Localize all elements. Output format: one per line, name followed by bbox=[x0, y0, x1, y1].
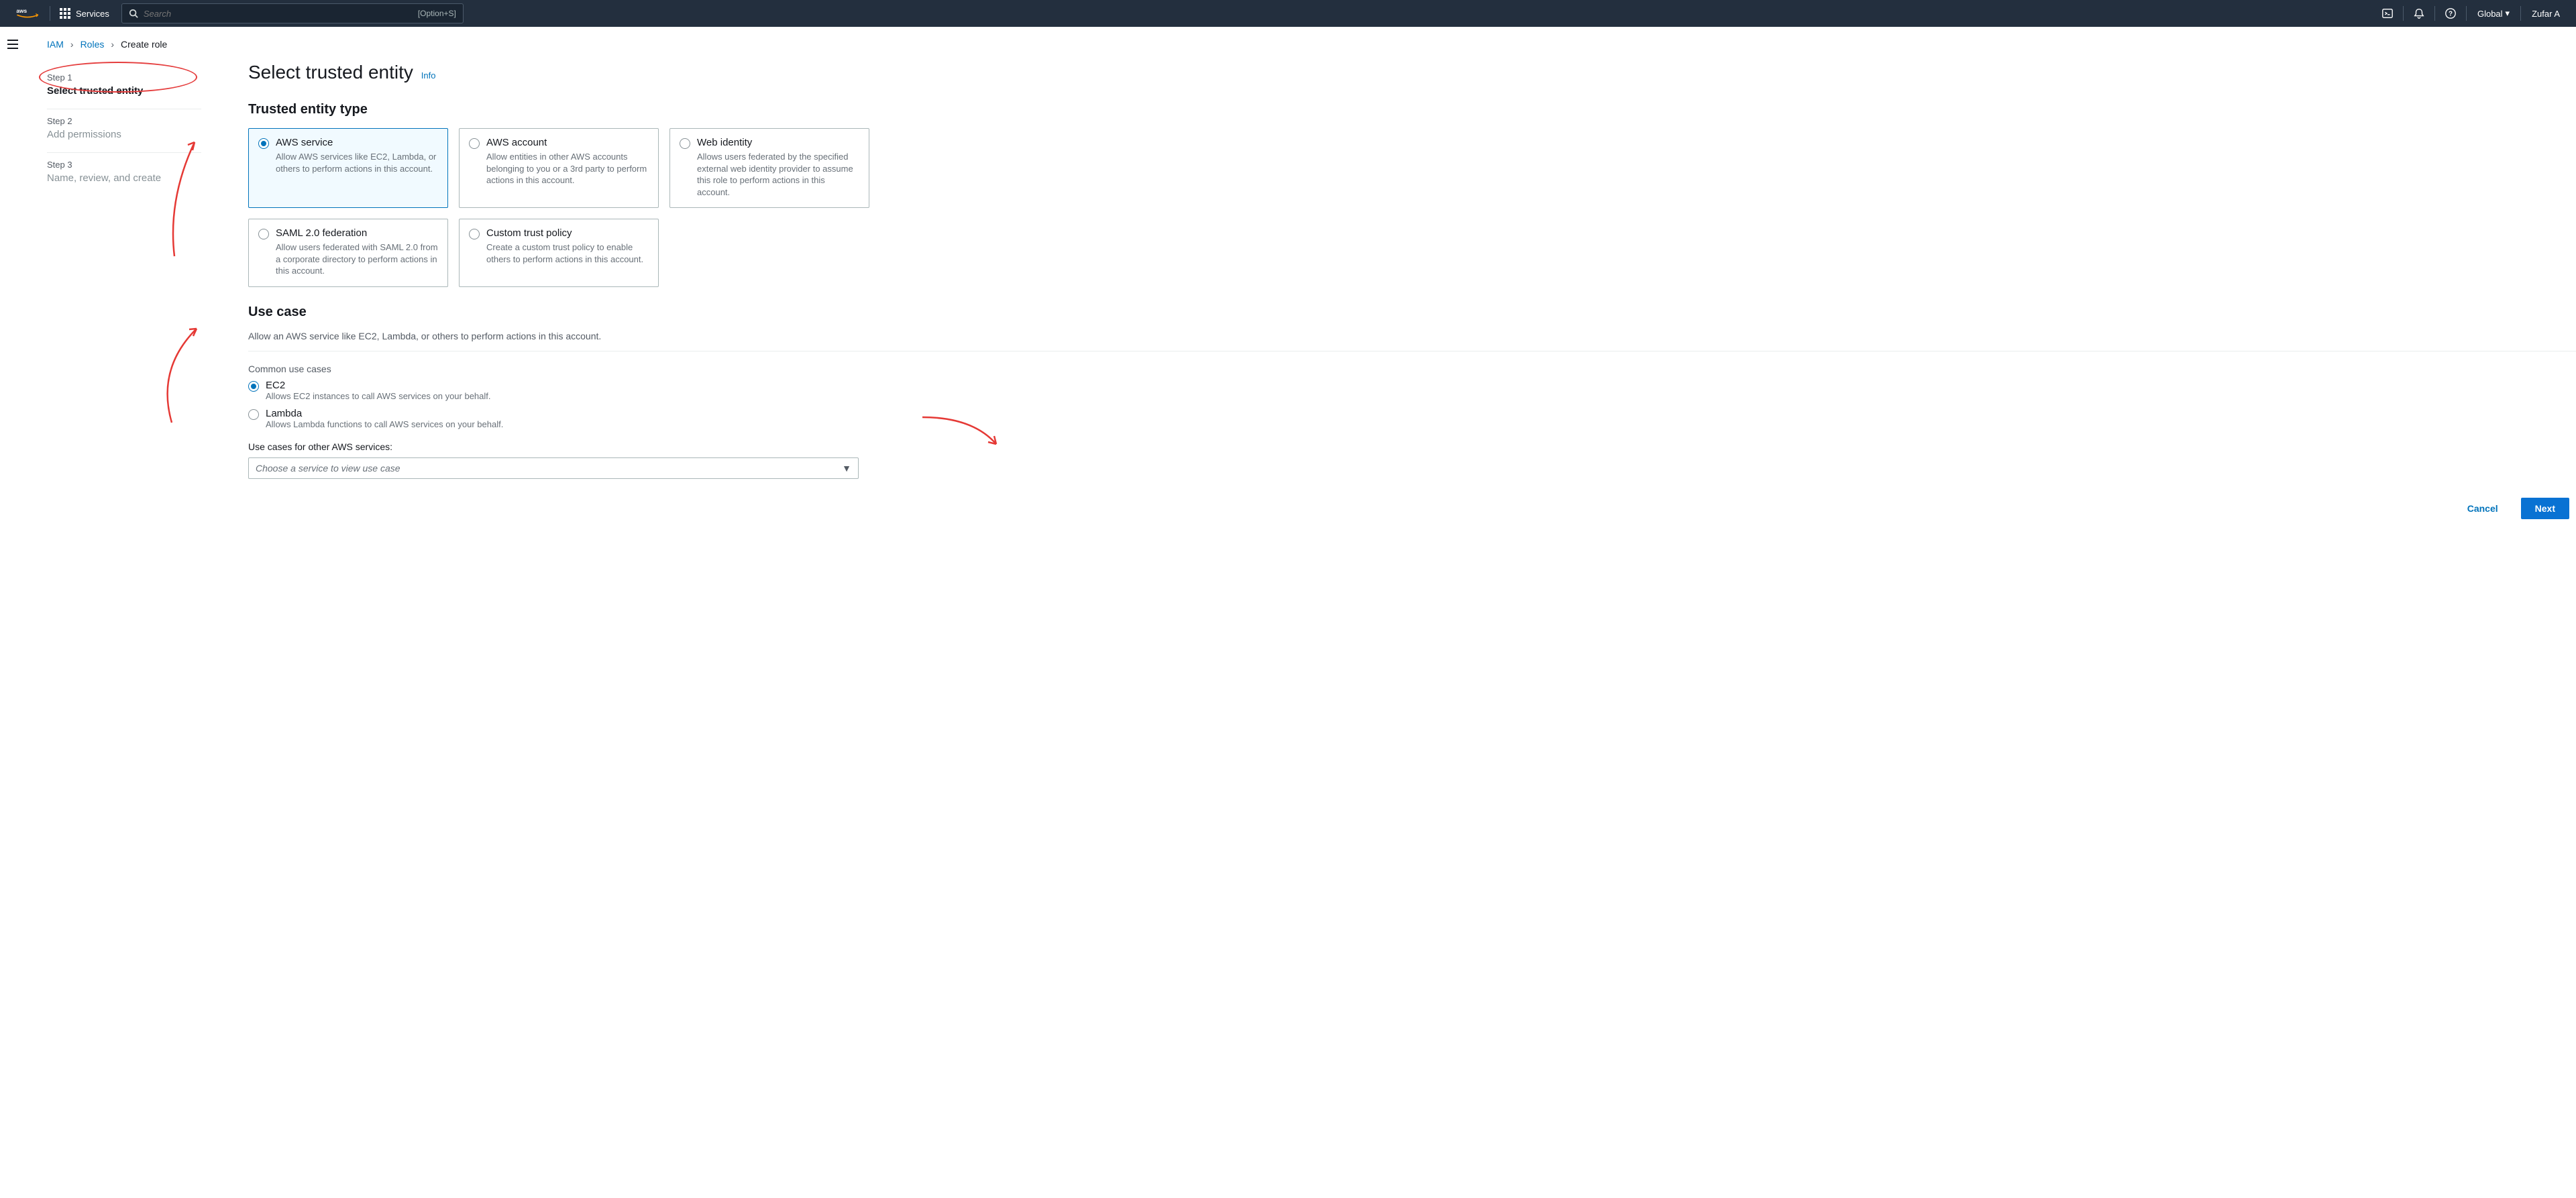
chevron-right-icon: › bbox=[70, 39, 74, 50]
nav-divider bbox=[2403, 6, 2404, 21]
chevron-right-icon: › bbox=[111, 39, 114, 50]
services-label: Services bbox=[76, 9, 109, 19]
step-2[interactable]: Step 2 Add permissions bbox=[47, 109, 201, 153]
chevron-down-icon: ▼ bbox=[842, 463, 851, 474]
step-3[interactable]: Step 3 Name, review, and create bbox=[47, 153, 201, 196]
entity-card-custom-trust[interactable]: Custom trust policy Create a custom trus… bbox=[459, 219, 659, 287]
entity-card-aws-service[interactable]: AWS service Allow AWS services like EC2,… bbox=[248, 128, 448, 208]
search-icon bbox=[129, 9, 138, 18]
search-shortcut: [Option+S] bbox=[418, 9, 456, 18]
entity-card-saml[interactable]: SAML 2.0 federation Allow users federate… bbox=[248, 219, 448, 287]
notifications-icon[interactable] bbox=[2406, 7, 2432, 19]
search-input[interactable] bbox=[144, 9, 418, 19]
radio-icon bbox=[258, 138, 269, 149]
svg-text:aws: aws bbox=[16, 7, 27, 14]
region-label: Global bbox=[2477, 9, 2503, 19]
radio-icon bbox=[469, 138, 480, 149]
services-grid-icon bbox=[60, 8, 70, 19]
nav-divider bbox=[2520, 6, 2521, 21]
entity-type-cards: AWS service Allow AWS services like EC2,… bbox=[248, 128, 2576, 287]
breadcrumb: IAM › Roles › Create role bbox=[23, 27, 2576, 62]
other-services-label: Use cases for other AWS services: bbox=[248, 441, 2576, 452]
nav-divider bbox=[2466, 6, 2467, 21]
step-title: Add permissions bbox=[47, 129, 201, 140]
hamburger-icon[interactable] bbox=[7, 39, 19, 50]
radio-icon bbox=[248, 381, 259, 392]
breadcrumb-current: Create role bbox=[121, 39, 167, 50]
info-link[interactable]: Info bbox=[421, 70, 436, 80]
nav-divider bbox=[2434, 6, 2435, 21]
radio-title: Lambda bbox=[266, 408, 503, 419]
next-button[interactable]: Next bbox=[2521, 498, 2569, 519]
radio-desc: Allows EC2 instances to call AWS service… bbox=[266, 391, 491, 401]
step-title: Select trusted entity bbox=[47, 85, 201, 97]
radio-title: EC2 bbox=[266, 380, 491, 391]
card-desc: Allows users federated by the specified … bbox=[697, 151, 859, 198]
global-search[interactable]: [Option+S] bbox=[121, 3, 464, 23]
top-nav: aws Services [Option+S] ? Global ▾ Zufar… bbox=[0, 0, 2576, 27]
card-desc: Create a custom trust policy to enable o… bbox=[486, 241, 649, 265]
wizard-footer: Cancel Next bbox=[248, 479, 2576, 526]
card-desc: Allow AWS services like EC2, Lambda, or … bbox=[276, 151, 438, 174]
aws-logo[interactable]: aws bbox=[8, 7, 47, 20]
cancel-button[interactable]: Cancel bbox=[2454, 498, 2512, 519]
common-use-cases-label: Common use cases bbox=[248, 364, 2576, 374]
cloudshell-icon[interactable] bbox=[2375, 7, 2400, 19]
region-selector[interactable]: Global ▾ bbox=[2469, 8, 2518, 19]
section-use-case: Use case bbox=[248, 305, 2576, 320]
common-use-cases: EC2 Allows EC2 instances to call AWS ser… bbox=[248, 380, 2576, 429]
step-1[interactable]: Step 1 Select trusted entity bbox=[47, 66, 201, 109]
card-desc: Allow entities in other AWS accounts bel… bbox=[486, 151, 649, 186]
radio-icon bbox=[680, 138, 690, 149]
entity-card-aws-account[interactable]: AWS account Allow entities in other AWS … bbox=[459, 128, 659, 208]
step-label: Step 3 bbox=[47, 160, 201, 170]
breadcrumb-iam[interactable]: IAM bbox=[47, 39, 64, 50]
page-title: Select trusted entity bbox=[248, 62, 413, 83]
use-case-help: Allow an AWS service like EC2, Lambda, o… bbox=[248, 331, 2576, 341]
card-title: Custom trust policy bbox=[486, 227, 649, 239]
section-trusted-entity-type: Trusted entity type bbox=[248, 102, 2576, 117]
card-title: AWS service bbox=[276, 137, 438, 148]
use-case-lambda[interactable]: Lambda Allows Lambda functions to call A… bbox=[248, 408, 2576, 429]
entity-card-web-identity[interactable]: Web identity Allows users federated by t… bbox=[669, 128, 869, 208]
card-title: SAML 2.0 federation bbox=[276, 227, 438, 239]
help-icon[interactable]: ? bbox=[2438, 7, 2463, 19]
step-label: Step 2 bbox=[47, 116, 201, 126]
card-desc: Allow users federated with SAML 2.0 from… bbox=[276, 241, 438, 277]
radio-icon bbox=[258, 229, 269, 239]
card-title: Web identity bbox=[697, 137, 859, 148]
radio-icon bbox=[469, 229, 480, 239]
user-label: Zufar A bbox=[2532, 9, 2560, 19]
svg-text:?: ? bbox=[2449, 11, 2453, 18]
select-placeholder: Choose a service to view use case bbox=[256, 463, 400, 474]
service-select[interactable]: Choose a service to view use case ▼ bbox=[248, 457, 859, 479]
step-label: Step 1 bbox=[47, 72, 201, 83]
step-title: Name, review, and create bbox=[47, 172, 201, 184]
chevron-down-icon: ▾ bbox=[2506, 8, 2510, 19]
radio-desc: Allows Lambda functions to call AWS serv… bbox=[266, 419, 503, 429]
breadcrumb-roles[interactable]: Roles bbox=[80, 39, 105, 50]
card-title: AWS account bbox=[486, 137, 649, 148]
services-menu[interactable]: Services bbox=[53, 8, 116, 19]
account-menu[interactable]: Zufar A bbox=[2524, 9, 2568, 19]
wizard-steps: Step 1 Select trusted entity Step 2 Add … bbox=[47, 62, 201, 526]
use-case-ec2[interactable]: EC2 Allows EC2 instances to call AWS ser… bbox=[248, 380, 2576, 401]
radio-icon bbox=[248, 409, 259, 420]
